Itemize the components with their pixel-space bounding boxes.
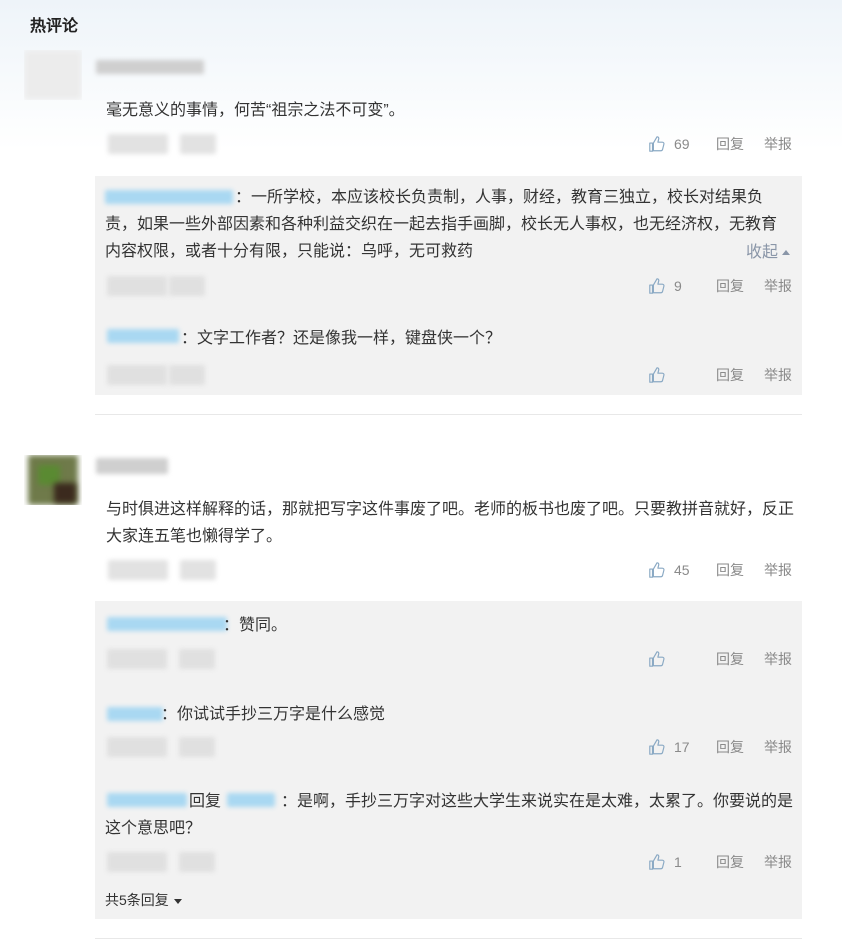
thumbs-up-icon xyxy=(649,854,665,870)
reply-text: ：你试试手抄三万字是什么感觉 xyxy=(161,706,386,723)
thumbs-up-icon xyxy=(649,651,665,667)
reply-text: ：赞同。 xyxy=(223,617,288,634)
chevron-up-icon xyxy=(782,250,790,256)
like-count: 69 xyxy=(674,136,690,152)
timestamp xyxy=(107,276,167,296)
reply-username[interactable] xyxy=(107,707,163,721)
timestamp xyxy=(107,852,167,872)
reply-actions: 回复 举报 xyxy=(648,649,792,669)
like-button[interactable] xyxy=(648,650,690,668)
report-button[interactable]: 举报 xyxy=(764,365,792,385)
more-replies-label: 共5条回复 xyxy=(105,892,169,908)
timestamp xyxy=(107,365,167,385)
like-button[interactable]: 1 xyxy=(648,853,690,871)
comment-actions: 69 回复 举报 xyxy=(648,134,792,154)
avatar[interactable] xyxy=(24,50,82,100)
collapse-button[interactable]: 收起 xyxy=(746,238,790,262)
source-label xyxy=(180,134,216,154)
avatar[interactable] xyxy=(24,455,82,505)
report-button[interactable]: 举报 xyxy=(764,852,792,872)
comment-text: 毫无意义的事情，何苦“祖宗之法不可变”。 xyxy=(106,102,405,119)
report-button[interactable]: 举报 xyxy=(764,649,792,669)
more-replies-button[interactable]: 共5条回复 xyxy=(105,890,182,910)
reply-text: ：是啊，手抄三万字对这些大学生来说实在是太难，太累了。你要说的是这个意思吧？ xyxy=(105,793,794,837)
like-button[interactable] xyxy=(648,366,690,384)
replies-box: ：一所学校，本应该校长负责制，人事，财经，教育三独立，校长对结果负责，如果一些外… xyxy=(95,176,802,395)
reply-button[interactable]: 回复 xyxy=(716,649,744,669)
reply-button[interactable]: 回复 xyxy=(716,737,744,757)
divider xyxy=(95,938,802,939)
username[interactable] xyxy=(96,458,168,474)
reply-actions: 17 回复 举报 xyxy=(648,737,792,757)
like-count: 1 xyxy=(674,854,682,870)
like-count: 9 xyxy=(674,278,682,294)
reply-actions: 回复 举报 xyxy=(648,365,792,385)
report-button[interactable]: 举报 xyxy=(764,134,792,154)
like-count: 17 xyxy=(674,739,690,755)
source-label xyxy=(180,560,216,580)
thumbs-up-icon xyxy=(649,367,665,383)
reply-actions: 1 回复 举报 xyxy=(648,852,792,872)
thumbs-up-icon xyxy=(649,136,665,152)
comment-text: 与时俱进这样解释的话，那就把写字这件事废了吧。老师的板书也废了吧。只要教拼音就好… xyxy=(106,501,795,545)
like-button[interactable]: 69 xyxy=(648,135,690,153)
comment-actions: 45 回复 举报 xyxy=(648,560,792,580)
section-title: 热评论 xyxy=(30,18,79,35)
timestamp xyxy=(108,134,168,154)
collapse-label: 收起 xyxy=(745,244,778,261)
thumbs-up-icon xyxy=(649,739,665,755)
reply-button[interactable]: 回复 xyxy=(716,134,744,154)
reply-button[interactable]: 回复 xyxy=(716,560,744,580)
timestamp xyxy=(108,560,168,580)
reply-username[interactable] xyxy=(107,329,179,343)
reply-text: ：文字工作者？还是像我一样，键盘侠一个？ xyxy=(181,330,502,347)
timestamp xyxy=(107,649,167,669)
like-button[interactable]: 9 xyxy=(648,277,690,295)
divider xyxy=(95,414,802,415)
thumbs-up-icon xyxy=(649,278,665,294)
thumbs-up-icon xyxy=(649,562,665,578)
report-button[interactable]: 举报 xyxy=(764,737,792,757)
reply-text: ：一所学校，本应该校长负责制，人事，财经，教育三独立，校长对结果负责，如果一些外… xyxy=(105,189,778,260)
reply-button[interactable]: 回复 xyxy=(716,852,744,872)
source-label xyxy=(179,852,215,872)
replies-box: ：赞同。 回复 举报 ：你试试手抄三万字是什么感觉 17 回复 举报 回复 ：是… xyxy=(95,601,802,919)
source-label xyxy=(179,737,215,757)
reply-username[interactable] xyxy=(107,617,227,631)
reply-actions: 9 回复 举报 xyxy=(648,276,792,296)
header-background xyxy=(0,0,842,150)
report-button[interactable]: 举报 xyxy=(764,560,792,580)
reply-button[interactable]: 回复 xyxy=(716,365,744,385)
source-label xyxy=(179,649,215,669)
source-label xyxy=(169,276,205,296)
like-button[interactable]: 17 xyxy=(648,738,690,756)
like-button[interactable]: 45 xyxy=(648,561,690,579)
source-label xyxy=(169,365,205,385)
reply-button[interactable]: 回复 xyxy=(716,276,744,296)
report-button[interactable]: 举报 xyxy=(764,276,792,296)
caret-down-icon xyxy=(173,898,182,904)
timestamp xyxy=(107,737,167,757)
like-count: 45 xyxy=(674,562,690,578)
username[interactable] xyxy=(96,60,204,74)
